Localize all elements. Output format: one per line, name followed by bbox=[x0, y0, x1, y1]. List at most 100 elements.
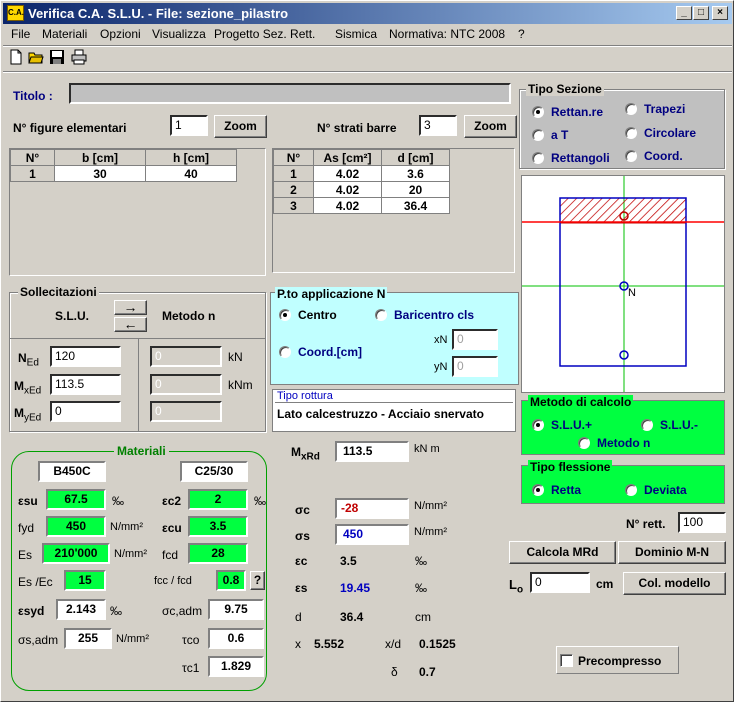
x-value: 5.552 bbox=[314, 637, 345, 651]
radio-trapezi[interactable] bbox=[625, 103, 637, 115]
dominio-mn-button[interactable]: Dominio M-N bbox=[618, 541, 726, 564]
precompresso-checkbox[interactable] bbox=[560, 654, 573, 667]
ssadm-field[interactable]: 255 bbox=[64, 628, 112, 649]
radio-baricentro[interactable] bbox=[375, 309, 387, 321]
close-button[interactable]: × bbox=[712, 6, 728, 20]
ecu-field[interactable]: 3.5 bbox=[188, 516, 248, 537]
menu-progetto[interactable]: Progetto Sez. Rett. bbox=[214, 27, 315, 41]
xn-input[interactable]: 0 bbox=[452, 329, 498, 350]
label-deviata: Deviata bbox=[644, 483, 687, 497]
menu-sismica[interactable]: Sismica bbox=[335, 27, 377, 41]
precompresso-checkbox-area[interactable]: Precompresso bbox=[556, 646, 679, 674]
menu-normativa[interactable]: Normativa: NTC 2008 bbox=[389, 27, 505, 41]
radio-retta[interactable] bbox=[532, 484, 544, 496]
radio-metodo-n[interactable] bbox=[578, 437, 590, 449]
esyd-field: 2.143 bbox=[56, 599, 106, 620]
fcd-label: fcd bbox=[162, 548, 179, 562]
fyd-field[interactable]: 450 bbox=[46, 516, 106, 537]
myed-input[interactable]: 0 bbox=[50, 401, 121, 422]
figure-label: N° figure elementari bbox=[13, 121, 127, 135]
strati-table[interactable]: N° As [cm²] d [cm] 1 4.02 3.6 2 4.02 20 3 4.02 3… bbox=[272, 148, 515, 273]
sc-label: σc bbox=[295, 503, 310, 517]
save-icon[interactable] bbox=[49, 49, 65, 65]
concrete-class-field[interactable]: C25/30 bbox=[180, 461, 248, 482]
open-folder-icon[interactable] bbox=[28, 49, 44, 65]
nrett-input[interactable]: 100 bbox=[678, 512, 726, 533]
section-diagram[interactable]: N bbox=[521, 175, 725, 393]
strati-cell-d[interactable]: 3.6 bbox=[381, 165, 450, 182]
menu-help[interactable]: ? bbox=[518, 27, 525, 41]
figure-cell-b[interactable]: 30 bbox=[54, 165, 146, 182]
strati-col-as: As [cm²] bbox=[313, 149, 382, 166]
yn-input[interactable]: 0 bbox=[452, 356, 498, 377]
maximize-button[interactable]: □ bbox=[693, 6, 709, 20]
arrow-left-button[interactable]: ← bbox=[114, 317, 147, 332]
radio-rettanre[interactable] bbox=[532, 106, 544, 118]
ned-input[interactable]: 120 bbox=[50, 346, 121, 367]
label-rettangoli: Rettangoli bbox=[551, 151, 610, 165]
mxrd-label: MxRd bbox=[291, 445, 320, 463]
strati-zoom-button[interactable]: Zoom bbox=[464, 115, 517, 138]
radio-at[interactable] bbox=[532, 129, 544, 141]
fyd-unit: N/mm² bbox=[110, 521, 143, 533]
menu-file[interactable]: File bbox=[11, 27, 30, 41]
strati-cell-as[interactable]: 4.02 bbox=[313, 165, 382, 182]
radio-rettangoli[interactable] bbox=[532, 152, 544, 164]
steel-class-field[interactable]: B450C bbox=[38, 461, 106, 482]
tipo-sezione-title: Tipo Sezione bbox=[526, 82, 604, 96]
table-row: 2 4.02 20 bbox=[273, 181, 450, 198]
scadm-field[interactable]: 9.75 bbox=[208, 599, 264, 620]
n-my-field: 0 bbox=[150, 401, 222, 422]
ec-unit: ‰ bbox=[415, 554, 427, 568]
toolbar-divider bbox=[3, 71, 732, 73]
delta-value: 0.7 bbox=[419, 665, 436, 679]
figure-zoom-button[interactable]: Zoom bbox=[214, 115, 267, 138]
menu-visualizza[interactable]: Visualizza bbox=[152, 27, 206, 41]
strati-cell-as[interactable]: 4.02 bbox=[313, 181, 382, 198]
ss-field: 450 bbox=[335, 524, 409, 545]
radio-circolare[interactable] bbox=[625, 127, 637, 139]
mxed-input[interactable]: 113.5 bbox=[50, 374, 121, 395]
fyd-label: fyd bbox=[18, 521, 35, 535]
new-file-icon[interactable] bbox=[8, 49, 24, 65]
lo-input[interactable]: 0 bbox=[530, 572, 590, 593]
strati-cell-d[interactable]: 20 bbox=[381, 181, 450, 198]
tco-field[interactable]: 0.6 bbox=[208, 628, 264, 649]
radio-slu-plus[interactable] bbox=[532, 419, 544, 431]
window-title: Verifica C.A. S.L.U. - File: sezione_pil… bbox=[28, 6, 289, 21]
strati-col-d: d [cm] bbox=[381, 149, 450, 166]
fccfcd-field[interactable]: 0.8 bbox=[216, 570, 246, 591]
strati-count-input[interactable]: 3 bbox=[419, 115, 457, 136]
es-field[interactable]: 210'000 bbox=[42, 543, 110, 564]
help-button[interactable]: ? bbox=[250, 571, 265, 590]
title-bar[interactable]: C.A. Verifica C.A. S.L.U. - File: sezion… bbox=[3, 3, 732, 24]
menu-materiali[interactable]: Materiali bbox=[42, 27, 87, 41]
es-label: Es bbox=[18, 548, 33, 562]
figure-table[interactable]: N° b [cm] h [cm] 1 30 40 bbox=[9, 148, 266, 276]
print-icon[interactable] bbox=[71, 49, 87, 65]
figure-count-input[interactable]: 1 bbox=[170, 115, 208, 136]
arrow-right-button[interactable]: → bbox=[114, 300, 147, 315]
titolo-input[interactable] bbox=[69, 83, 511, 104]
strati-cell-d[interactable]: 36.4 bbox=[381, 197, 450, 214]
myed-label: MyEd bbox=[14, 406, 42, 424]
esu-field[interactable]: 67.5 bbox=[46, 489, 106, 510]
fcd-field[interactable]: 28 bbox=[188, 543, 248, 564]
d-value: 36.4 bbox=[340, 610, 364, 624]
ratio-field[interactable]: 15 bbox=[64, 570, 106, 591]
radio-coord-cm[interactable] bbox=[279, 346, 291, 358]
radio-coord[interactable] bbox=[625, 150, 637, 162]
strati-cell-as[interactable]: 4.02 bbox=[313, 197, 382, 214]
radio-deviata[interactable] bbox=[625, 484, 637, 496]
radio-centro[interactable] bbox=[279, 309, 291, 321]
figure-cell-h[interactable]: 40 bbox=[145, 165, 237, 182]
minimize-button[interactable]: _ bbox=[676, 6, 692, 20]
col-modello-button[interactable]: Col. modello bbox=[623, 572, 726, 595]
radio-slu-minus[interactable] bbox=[641, 419, 653, 431]
menu-opzioni[interactable]: Opzioni bbox=[100, 27, 141, 41]
slu-label: S.L.U. bbox=[55, 309, 90, 323]
ec2-field[interactable]: 2 bbox=[188, 489, 248, 510]
label-rettanre: Rettan.re bbox=[551, 105, 604, 119]
calcola-mrd-button[interactable]: Calcola MRd bbox=[509, 541, 616, 564]
ec2-unit: ‰ bbox=[254, 494, 266, 508]
